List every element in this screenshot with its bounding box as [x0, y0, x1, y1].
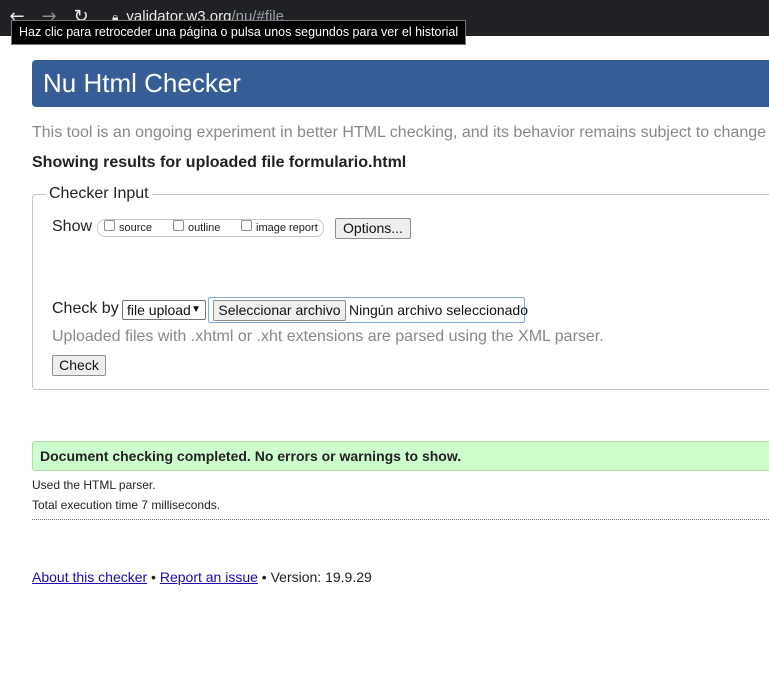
footer: About this checker • Report an issue • V…: [32, 569, 372, 585]
options-button[interactable]: Options...: [335, 218, 411, 239]
header-banner: Nu Html Checker: [32, 60, 769, 107]
check-by-select[interactable]: file upload ▼: [122, 300, 206, 320]
file-status: Ningún archivo seleccionado: [349, 302, 528, 318]
back-button-tooltip: Haz clic para retroceder una página o pu…: [11, 20, 467, 45]
footer-separator: •: [147, 569, 160, 585]
checker-input-legend: Checker Input: [46, 185, 152, 203]
check-by-label: Check by: [52, 300, 119, 317]
image-report-checkbox-label[interactable]: image report: [256, 222, 318, 234]
outline-checkbox-label[interactable]: outline: [188, 222, 220, 234]
execution-time: Total execution time 7 milliseconds.: [32, 498, 221, 512]
source-checkbox[interactable]: [104, 220, 115, 231]
show-label: Show: [52, 218, 93, 235]
showing-results-heading: Showing results for uploaded file formul…: [32, 154, 407, 171]
image-report-checkbox[interactable]: [241, 220, 252, 231]
version-text: • Version: 19.9.29: [257, 569, 372, 585]
xml-parser-note: Uploaded files with .xhtml or .xht exten…: [52, 328, 604, 345]
intro-text: This tool is an ongoing experiment in be…: [32, 124, 767, 141]
about-link[interactable]: About this checker: [32, 569, 147, 585]
divider: [32, 519, 769, 520]
check-by-value: file upload: [127, 302, 191, 318]
parser-info: Used the HTML parser.: [32, 478, 156, 492]
dropdown-arrow-icon: ▼: [191, 304, 201, 315]
outline-checkbox[interactable]: [173, 220, 184, 231]
choose-file-button[interactable]: Seleccionar archivo: [213, 300, 346, 321]
success-message-box: Document checking completed. No errors o…: [32, 441, 769, 471]
page-title: Nu Html Checker: [43, 68, 241, 98]
report-issue-link[interactable]: Report an issue: [160, 569, 258, 585]
source-checkbox-label[interactable]: source: [119, 222, 152, 234]
success-message: Document checking completed. No errors o…: [40, 448, 462, 464]
check-button[interactable]: Check: [52, 355, 106, 376]
